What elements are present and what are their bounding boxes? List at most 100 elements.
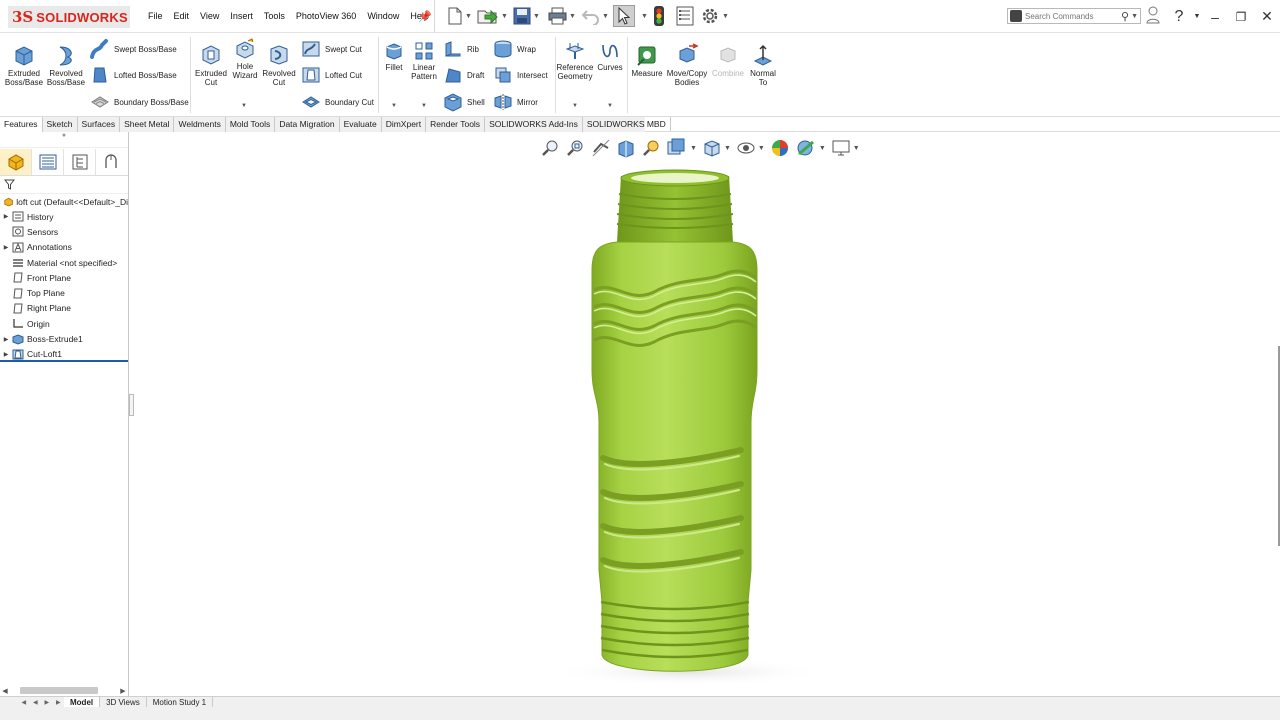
tab-model[interactable]: Model xyxy=(64,696,101,708)
restore-icon[interactable]: ❐ xyxy=(1228,10,1254,24)
tree-item-top-plane[interactable]: Top Plane xyxy=(0,285,128,300)
normal-to-button[interactable]: Normal To xyxy=(746,43,780,87)
fillet-button[interactable]: Fillet xyxy=(381,41,407,72)
save-button[interactable]: ▼ xyxy=(513,6,540,26)
prev-tab-icon[interactable]: ◀ xyxy=(33,699,38,706)
tree-item-origin[interactable]: Origin xyxy=(0,316,128,331)
extruded-cut-button[interactable]: Extruded Cut xyxy=(192,43,230,87)
tab-render-tools[interactable]: Render Tools xyxy=(426,117,486,132)
options-button[interactable]: ▼ xyxy=(700,6,729,26)
tab-features[interactable]: Features xyxy=(0,117,43,132)
tree-item-annotations[interactable]: ▶ Annotations xyxy=(0,240,128,255)
linear-pattern-button[interactable]: Linear Pattern xyxy=(409,41,439,81)
chevron-down-icon[interactable]: ▼ xyxy=(501,13,508,20)
hole-wizard-button[interactable]: Hole Wizard xyxy=(229,38,261,80)
lofted-cut-button[interactable]: Lofted Cut xyxy=(301,65,362,85)
graphics-area[interactable]: ▼ ▼ ▼ ▼ ▼ xyxy=(129,132,1280,696)
measure-button[interactable]: Measure xyxy=(630,43,664,78)
draft-button[interactable]: Draft xyxy=(443,65,484,85)
last-tab-icon[interactable]: ▶ xyxy=(56,699,61,706)
lofted-boss-button[interactable]: Lofted Boss/Base xyxy=(90,65,177,85)
chevron-down-icon[interactable]: ▼ xyxy=(641,13,648,20)
tab-sketch[interactable]: Sketch xyxy=(43,117,78,132)
file-properties-button[interactable] xyxy=(676,6,694,26)
expand-icon[interactable]: ▶ xyxy=(0,336,12,343)
rollback-bar[interactable] xyxy=(0,360,128,362)
tab-surfaces[interactable]: Surfaces xyxy=(78,117,121,132)
open-button[interactable]: ▼ xyxy=(477,6,508,26)
extruded-boss-button[interactable]: Extruded Boss/Base xyxy=(4,43,44,87)
curves-button[interactable]: Curves xyxy=(596,41,624,72)
first-tab-icon[interactable]: ◀ xyxy=(21,699,26,706)
expand-icon[interactable]: ▶ xyxy=(0,213,12,220)
menu-view[interactable]: View xyxy=(200,11,219,21)
tree-item-material[interactable]: Material <not specified> xyxy=(0,255,128,270)
next-tab-icon[interactable]: ▶ xyxy=(44,699,49,706)
pin-icon[interactable]: 📌 xyxy=(418,10,432,23)
tab-property-manager[interactable] xyxy=(32,148,64,175)
tree-item-sensors[interactable]: Sensors xyxy=(0,224,128,239)
intersect-button[interactable]: Intersect xyxy=(493,65,548,85)
tab-evaluate[interactable]: Evaluate xyxy=(340,117,382,132)
solidworks-logo[interactable]: 3S SOLIDWORKS xyxy=(8,6,130,28)
combine-button[interactable]: Combine xyxy=(710,43,746,78)
tab-data-migration[interactable]: Data Migration xyxy=(275,117,340,132)
menu-photoview[interactable]: PhotoView 360 xyxy=(296,11,356,21)
chevron-down-icon[interactable]: ▼ xyxy=(569,13,576,20)
rebuild-button[interactable] xyxy=(653,6,665,26)
tab-sheet-metal[interactable]: Sheet Metal xyxy=(120,117,175,132)
chevron-left-icon[interactable]: ◀ xyxy=(0,687,10,695)
chevron-down-icon[interactable]: ▼ xyxy=(1192,13,1202,20)
search-input[interactable] xyxy=(1025,11,1120,21)
move-copy-bodies-button[interactable]: Move/Copy Bodies xyxy=(665,43,709,87)
chevron-down-icon[interactable]: ▼ xyxy=(607,103,613,109)
tree-item-boss-extrude1[interactable]: ▶ Boss-Extrude1 xyxy=(0,331,128,346)
chevron-down-icon[interactable]: ▼ xyxy=(465,13,472,20)
boundary-cut-button[interactable]: Boundary Cut xyxy=(301,92,374,112)
select-options-button[interactable]: ▼ xyxy=(639,6,648,26)
swept-cut-button[interactable]: Swept Cut xyxy=(301,39,362,59)
panel-splitter[interactable]: ● xyxy=(0,132,128,148)
tree-filter[interactable] xyxy=(0,176,128,194)
panel-collapse-handle[interactable] xyxy=(129,394,134,416)
chevron-down-icon[interactable]: ▼ xyxy=(533,13,540,20)
tree-item-history[interactable]: ▶ History xyxy=(0,209,128,224)
chevron-down-icon[interactable]: ▼ xyxy=(602,13,609,20)
new-document-button[interactable]: ▼ xyxy=(447,6,472,26)
revolved-cut-button[interactable]: Revolved Cut xyxy=(261,43,297,87)
tab-configuration-manager[interactable] xyxy=(64,148,96,175)
expand-icon[interactable]: ▶ xyxy=(0,244,12,251)
tab-feature-manager[interactable] xyxy=(0,148,32,175)
tab-dimxpert[interactable]: DimXpert xyxy=(382,117,427,132)
menu-tools[interactable]: Tools xyxy=(264,11,285,21)
tab-mold-tools[interactable]: Mold Tools xyxy=(226,117,276,132)
mirror-button[interactable]: Mirror xyxy=(493,92,538,112)
search-icon[interactable]: ⚲ xyxy=(1121,10,1129,23)
menu-window[interactable]: Window xyxy=(367,11,399,21)
chevron-down-icon[interactable]: ▼ xyxy=(572,103,578,109)
menu-file[interactable]: File xyxy=(148,11,163,21)
undo-button[interactable]: ▼ xyxy=(582,6,609,26)
tree-item-right-plane[interactable]: Right Plane xyxy=(0,301,128,316)
revolved-boss-button[interactable]: Revolved Boss/Base xyxy=(46,43,86,87)
horizontal-scrollbar[interactable]: ◀ ▶ xyxy=(0,685,128,696)
chevron-right-icon[interactable]: ▶ xyxy=(118,687,128,695)
tree-root-part[interactable]: loft cut (Default<<Default>_Di xyxy=(0,194,128,209)
menu-insert[interactable]: Insert xyxy=(230,11,253,21)
chevron-down-icon[interactable]: ▼ xyxy=(722,13,729,20)
tree-item-front-plane[interactable]: Front Plane xyxy=(0,270,128,285)
tab-3d-views[interactable]: 3D Views xyxy=(100,696,147,708)
user-icon[interactable] xyxy=(1140,6,1166,27)
tab-motion-study-1[interactable]: Motion Study 1 xyxy=(147,696,214,708)
reference-geometry-button[interactable]: Reference Geometry xyxy=(556,41,594,81)
chevron-down-icon[interactable]: ▼ xyxy=(391,103,397,109)
chevron-down-icon[interactable]: ▼ xyxy=(241,103,247,109)
search-commands-box[interactable]: ⚲ ▼ xyxy=(1007,8,1141,24)
close-icon[interactable]: ✕ xyxy=(1254,8,1280,25)
help-icon[interactable]: ? xyxy=(1166,8,1192,26)
select-button[interactable] xyxy=(613,5,635,27)
boundary-boss-button[interactable]: Boundary Boss/Base xyxy=(90,92,189,112)
search-scope-icon[interactable] xyxy=(1010,10,1022,22)
chevron-down-icon[interactable]: ▼ xyxy=(421,103,427,109)
swept-boss-button[interactable]: Swept Boss/Base xyxy=(90,39,177,59)
